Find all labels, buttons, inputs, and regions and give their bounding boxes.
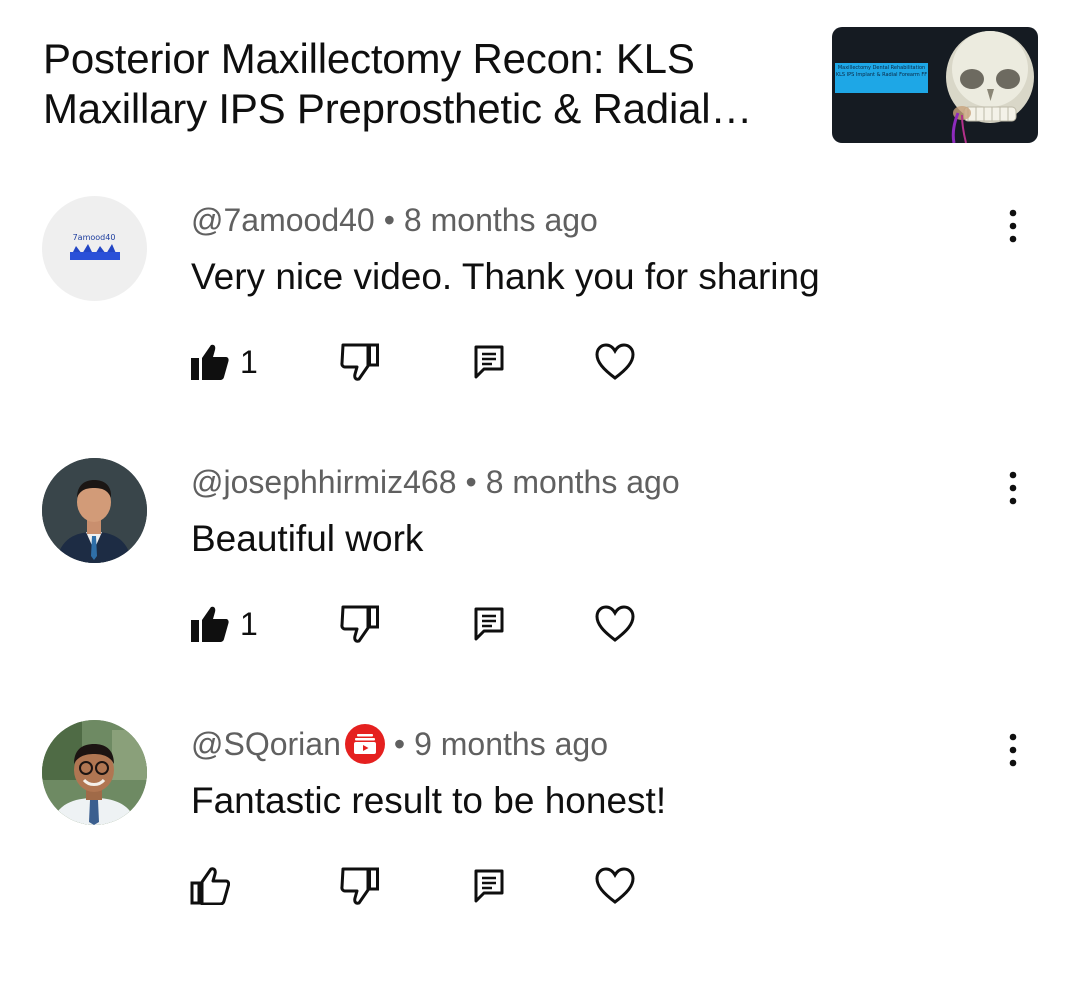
comment-text: Very nice video. Thank you for sharing — [191, 256, 820, 297]
comment-actions — [190, 864, 650, 908]
svg-text:7amood40: 7amood40 — [73, 233, 116, 242]
thumbnail-caption: Maxillectomy Dental Rehabilitation KLS I… — [835, 63, 928, 93]
comment-time: 8 months ago — [485, 464, 680, 500]
comment-time: 8 months ago — [403, 202, 598, 238]
more-vertical-icon — [1009, 471, 1017, 505]
video-header: Posterior Maxillectomy Recon: KLS Maxill… — [0, 0, 1080, 170]
avatar-logo: 7amood40 — [70, 233, 120, 260]
avatar[interactable] — [42, 458, 147, 563]
comment-author[interactable]: @SQorian — [191, 724, 341, 764]
thumbs-down-icon — [340, 867, 379, 905]
separator: • — [465, 464, 477, 500]
heart-button[interactable] — [595, 864, 635, 908]
like-button[interactable]: 1 — [190, 340, 258, 384]
dislike-button[interactable] — [340, 602, 380, 646]
reply-icon — [474, 869, 504, 903]
comment-meta: @7amood40 • 8 months ago — [191, 200, 598, 240]
thumbs-up-icon — [191, 606, 229, 642]
comment-meta: @josephhirmiz468 • 8 months ago — [191, 462, 680, 502]
thumbs-down-icon — [340, 605, 379, 643]
dislike-button[interactable] — [340, 864, 380, 908]
profile-photo — [42, 458, 147, 563]
more-options-button[interactable] — [996, 206, 1030, 246]
like-button[interactable]: 1 — [190, 602, 258, 646]
profile-photo — [42, 720, 147, 825]
comment-text: Fantastic result to be honest! — [191, 780, 667, 821]
comment-meta: @SQorian • 9 months ago — [191, 724, 608, 764]
heart-icon — [595, 343, 635, 380]
member-badge — [344, 724, 385, 764]
reply-button[interactable] — [474, 340, 504, 384]
avatar[interactable]: 7amood40 — [42, 196, 147, 301]
more-options-button[interactable] — [996, 730, 1030, 770]
avatar[interactable] — [42, 720, 147, 825]
comment-item: 7amood40 @7amood40 • 8 months ago Very n… — [0, 196, 1080, 458]
reply-icon — [474, 345, 504, 379]
separator: • — [393, 726, 406, 762]
video-thumbnail[interactable]: Maxillectomy Dental Rehabilitation KLS I… — [832, 27, 1038, 143]
reply-button[interactable] — [474, 602, 504, 646]
member-badge-icon — [353, 734, 376, 754]
comment-item: @josephhirmiz468 • 8 months ago Beautifu… — [0, 458, 1080, 720]
comment-actions: 1 — [190, 602, 650, 646]
heart-button[interactable] — [595, 340, 635, 384]
separator: • — [383, 202, 395, 238]
comment-actions: 1 — [190, 340, 650, 384]
comment-item: @SQorian • 9 months ago Fantastic result… — [0, 720, 1080, 982]
like-button[interactable] — [190, 864, 240, 908]
more-vertical-icon — [1009, 733, 1017, 767]
comment-text: Beautiful work — [191, 518, 424, 559]
heart-icon — [595, 605, 635, 642]
like-count: 1 — [240, 605, 258, 642]
heart-icon — [595, 867, 635, 904]
thumbs-up-icon — [191, 344, 229, 380]
thumbs-down-icon — [340, 343, 379, 381]
reply-icon — [474, 607, 504, 641]
heart-button[interactable] — [595, 602, 635, 646]
more-options-button[interactable] — [996, 468, 1030, 508]
thumbs-up-icon — [190, 867, 230, 905]
reply-button[interactable] — [474, 864, 504, 908]
like-count: 1 — [240, 343, 258, 380]
skull-illustration — [946, 31, 1034, 143]
comment-author[interactable]: @7amood40 — [191, 200, 375, 240]
comment-time: 9 months ago — [414, 726, 608, 762]
dislike-button[interactable] — [340, 340, 380, 384]
comment-author[interactable]: @josephhirmiz468 — [191, 462, 457, 502]
more-vertical-icon — [1009, 209, 1017, 243]
video-title[interactable]: Posterior Maxillectomy Recon: KLS Maxill… — [43, 34, 813, 134]
